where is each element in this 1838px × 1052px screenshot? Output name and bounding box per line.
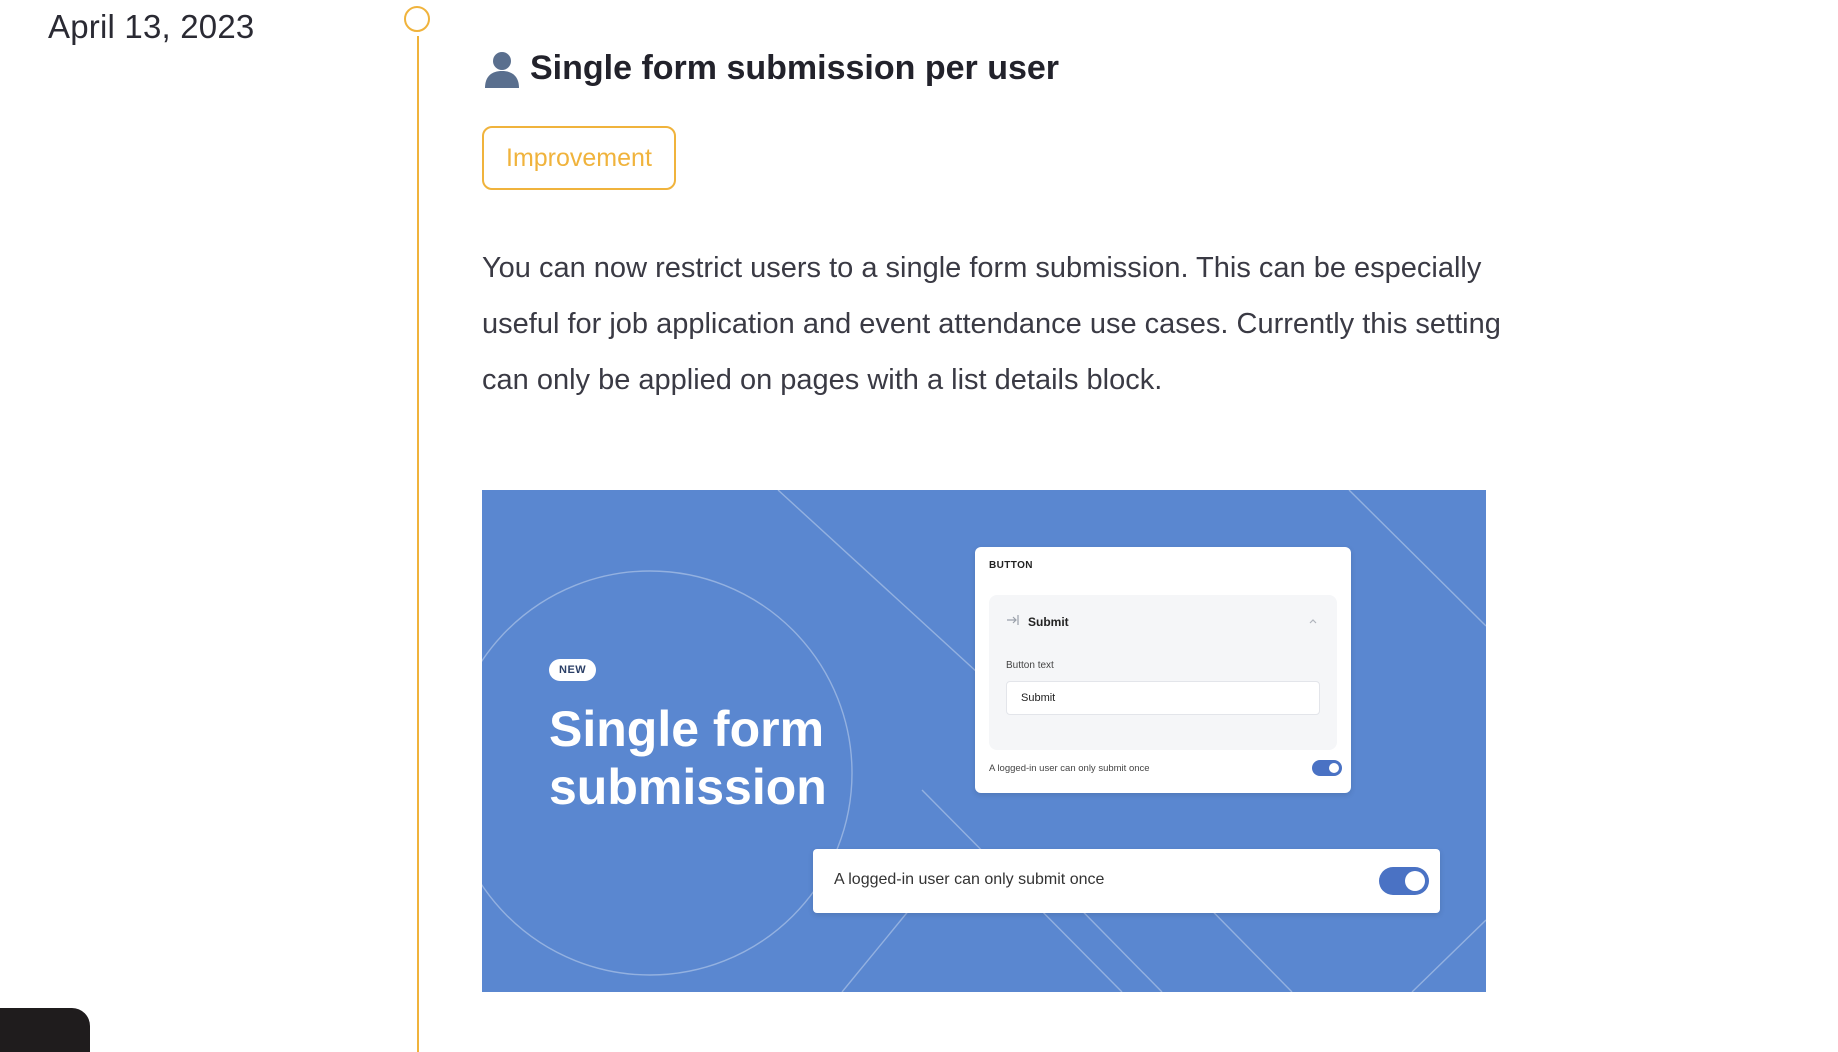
improvement-tag[interactable]: Improvement xyxy=(482,126,676,190)
timeline-dot xyxy=(404,6,430,32)
button-settings-card: BUTTON Submit Button text Submit A logge… xyxy=(975,547,1351,793)
chat-widget-button[interactable] xyxy=(0,1008,90,1052)
submit-once-toggle xyxy=(1379,867,1429,895)
entry-title-text: Single form submission per user xyxy=(530,48,1060,87)
hero-image: NEW Single form submission BUTTON Submit… xyxy=(482,490,1486,992)
user-silhouette-icon xyxy=(482,48,522,88)
enter-arrow-icon xyxy=(1006,614,1020,629)
chevron-up-icon xyxy=(1307,614,1319,626)
hero-title: Single form submission xyxy=(549,701,827,815)
submit-panel: Submit Button text Submit xyxy=(989,595,1337,750)
submit-once-label: A logged-in user can only submit once xyxy=(834,871,1105,888)
entry-date: April 13, 2023 xyxy=(48,8,255,45)
new-badge: NEW xyxy=(549,659,597,681)
entry-title: Single form submission per user xyxy=(482,48,1059,88)
card-toggle-label: A logged-in user can only submit once xyxy=(989,763,1150,774)
timeline-line xyxy=(417,36,419,1052)
button-text-label: Button text xyxy=(1006,660,1054,671)
submit-once-bar: A logged-in user can only submit once xyxy=(813,849,1440,913)
submit-label: Submit xyxy=(1028,614,1069,629)
entry-description: You can now restrict users to a single f… xyxy=(482,252,1501,396)
card-heading: BUTTON xyxy=(989,560,1033,571)
card-toggle xyxy=(1312,760,1342,776)
submit-row: Submit xyxy=(1006,614,1069,629)
button-text-input: Submit xyxy=(1006,681,1320,715)
